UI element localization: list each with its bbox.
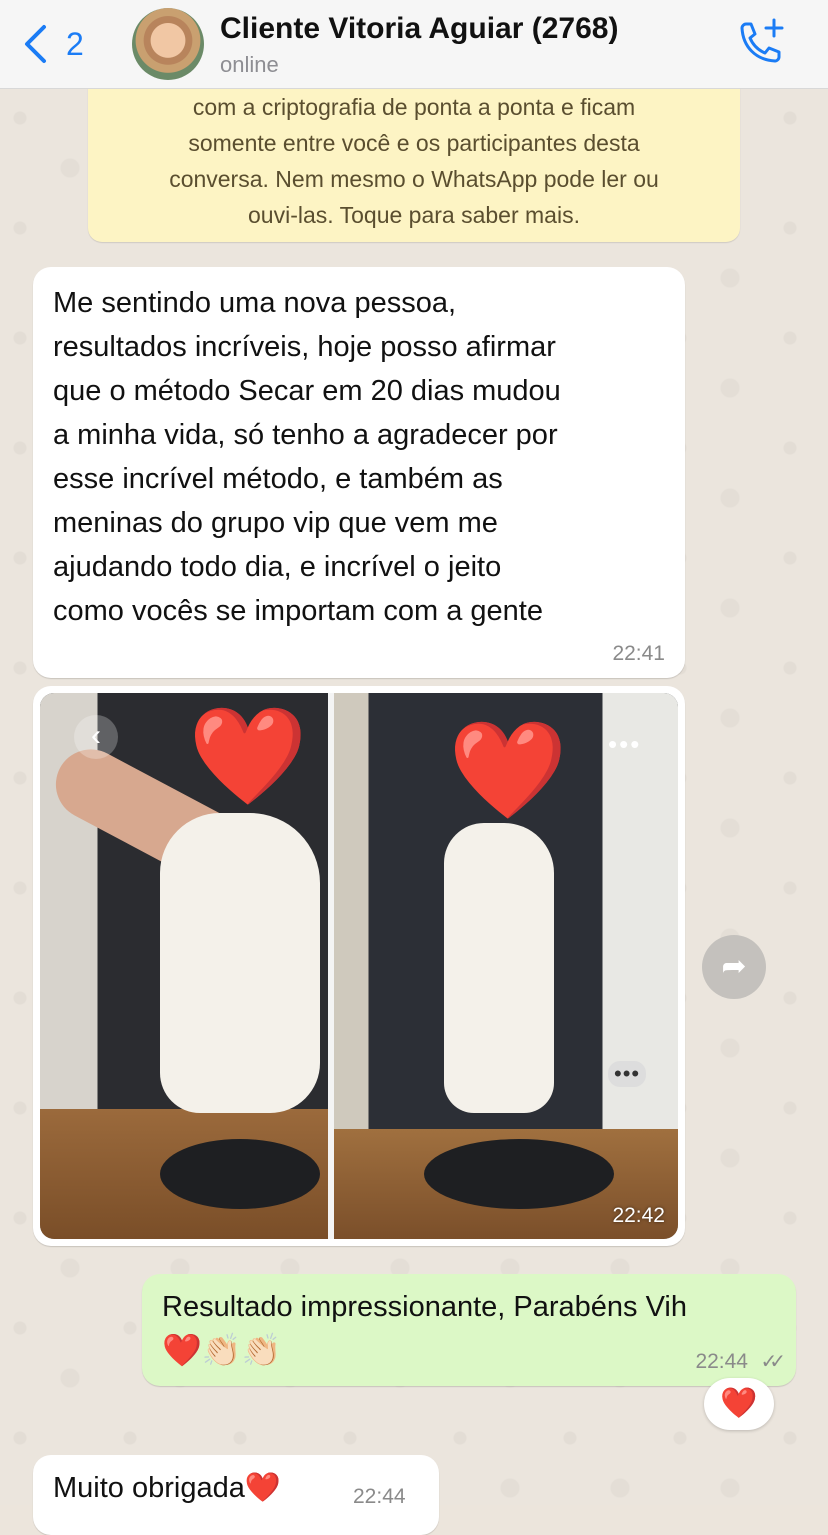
more-icon: •••	[608, 1061, 647, 1087]
photo-figure	[444, 823, 554, 1113]
message-bubble-incoming[interactable]: Me sentindo uma nova pessoa, resultados …	[33, 267, 685, 678]
read-ticks-icon: ✓✓	[760, 1351, 785, 1373]
message-emojis: ❤️👏🏻👏🏻	[162, 1332, 282, 1368]
back-button[interactable]: 2	[22, 22, 92, 66]
message-bubble-incoming[interactable]: Muito obrigada❤️ 22:44	[33, 1455, 439, 1535]
phone-add-icon	[740, 18, 784, 63]
call-button[interactable]	[734, 18, 786, 66]
notice-line: ouvi-las. Toque para saber mais.	[248, 202, 580, 228]
message-line: que o método Secar em 20 dias mudou	[53, 375, 561, 407]
encryption-notice[interactable]: com a criptografia de ponta a ponta e fi…	[88, 88, 740, 242]
chevron-left-icon: ‹	[74, 715, 118, 759]
photo-figure	[160, 813, 320, 1113]
message-text: Resultado impressionante, Parabéns Vih	[162, 1291, 688, 1323]
photo-mat	[424, 1139, 614, 1209]
avatar[interactable]	[132, 8, 204, 80]
message-bubble-outgoing[interactable]: Resultado impressionante, Parabéns Vih ❤…	[142, 1274, 796, 1386]
message-line: meninas do grupo vip que vem me	[53, 507, 498, 539]
message-time: 22:42	[612, 1204, 665, 1227]
heart-icon: ❤️	[188, 703, 308, 810]
contact-status: online	[220, 52, 279, 77]
message-line: Me sentindo uma nova pessoa,	[53, 287, 457, 319]
message-time: 22:41	[612, 642, 665, 665]
message-line: ajudando todo dia, e incrível o jeito	[53, 551, 502, 583]
message-line: como vocês se importam com a gente	[53, 595, 543, 627]
image-message-bubble[interactable]: ❤️ ❤️ ‹ ••• ••• 22:42	[33, 686, 685, 1246]
message-text: Me sentindo uma nova pessoa, resultados …	[53, 281, 673, 633]
message-line: a minha vida, só tenho a agradecer por	[53, 419, 558, 451]
notice-line: conversa. Nem mesmo o WhatsApp pode ler …	[169, 166, 659, 192]
message-time: 22:44	[695, 1350, 748, 1373]
chat-header: 2 Cliente Vitoria Aguiar (2768) online	[0, 0, 828, 89]
contact-name[interactable]: Cliente Vitoria Aguiar (2768)	[220, 12, 618, 46]
message-text: Muito obrigada❤️	[53, 1472, 281, 1504]
heart-icon: ❤️	[448, 717, 568, 824]
message-line: esse incrível método, e também as	[53, 463, 503, 495]
before-after-photo[interactable]: ❤️ ❤️ ‹ ••• •••	[40, 693, 678, 1239]
photo-divider	[328, 693, 334, 1239]
forward-button[interactable]: ➦	[702, 935, 766, 999]
more-icon: •••	[608, 729, 642, 759]
notice-line: com a criptografia de ponta a ponta e fi…	[192, 94, 636, 120]
photo-mat	[160, 1139, 320, 1209]
forward-arrow-icon: ➦	[721, 950, 747, 983]
message-line: resultados incríveis, hoje posso afirmar	[53, 331, 556, 363]
message-time: 22:44	[353, 1485, 406, 1508]
chevron-left-icon	[25, 25, 46, 63]
reaction-badge[interactable]: ❤️	[704, 1378, 774, 1430]
notice-line: somente entre você e os participantes de…	[188, 130, 640, 156]
unread-count: 2	[66, 25, 84, 62]
